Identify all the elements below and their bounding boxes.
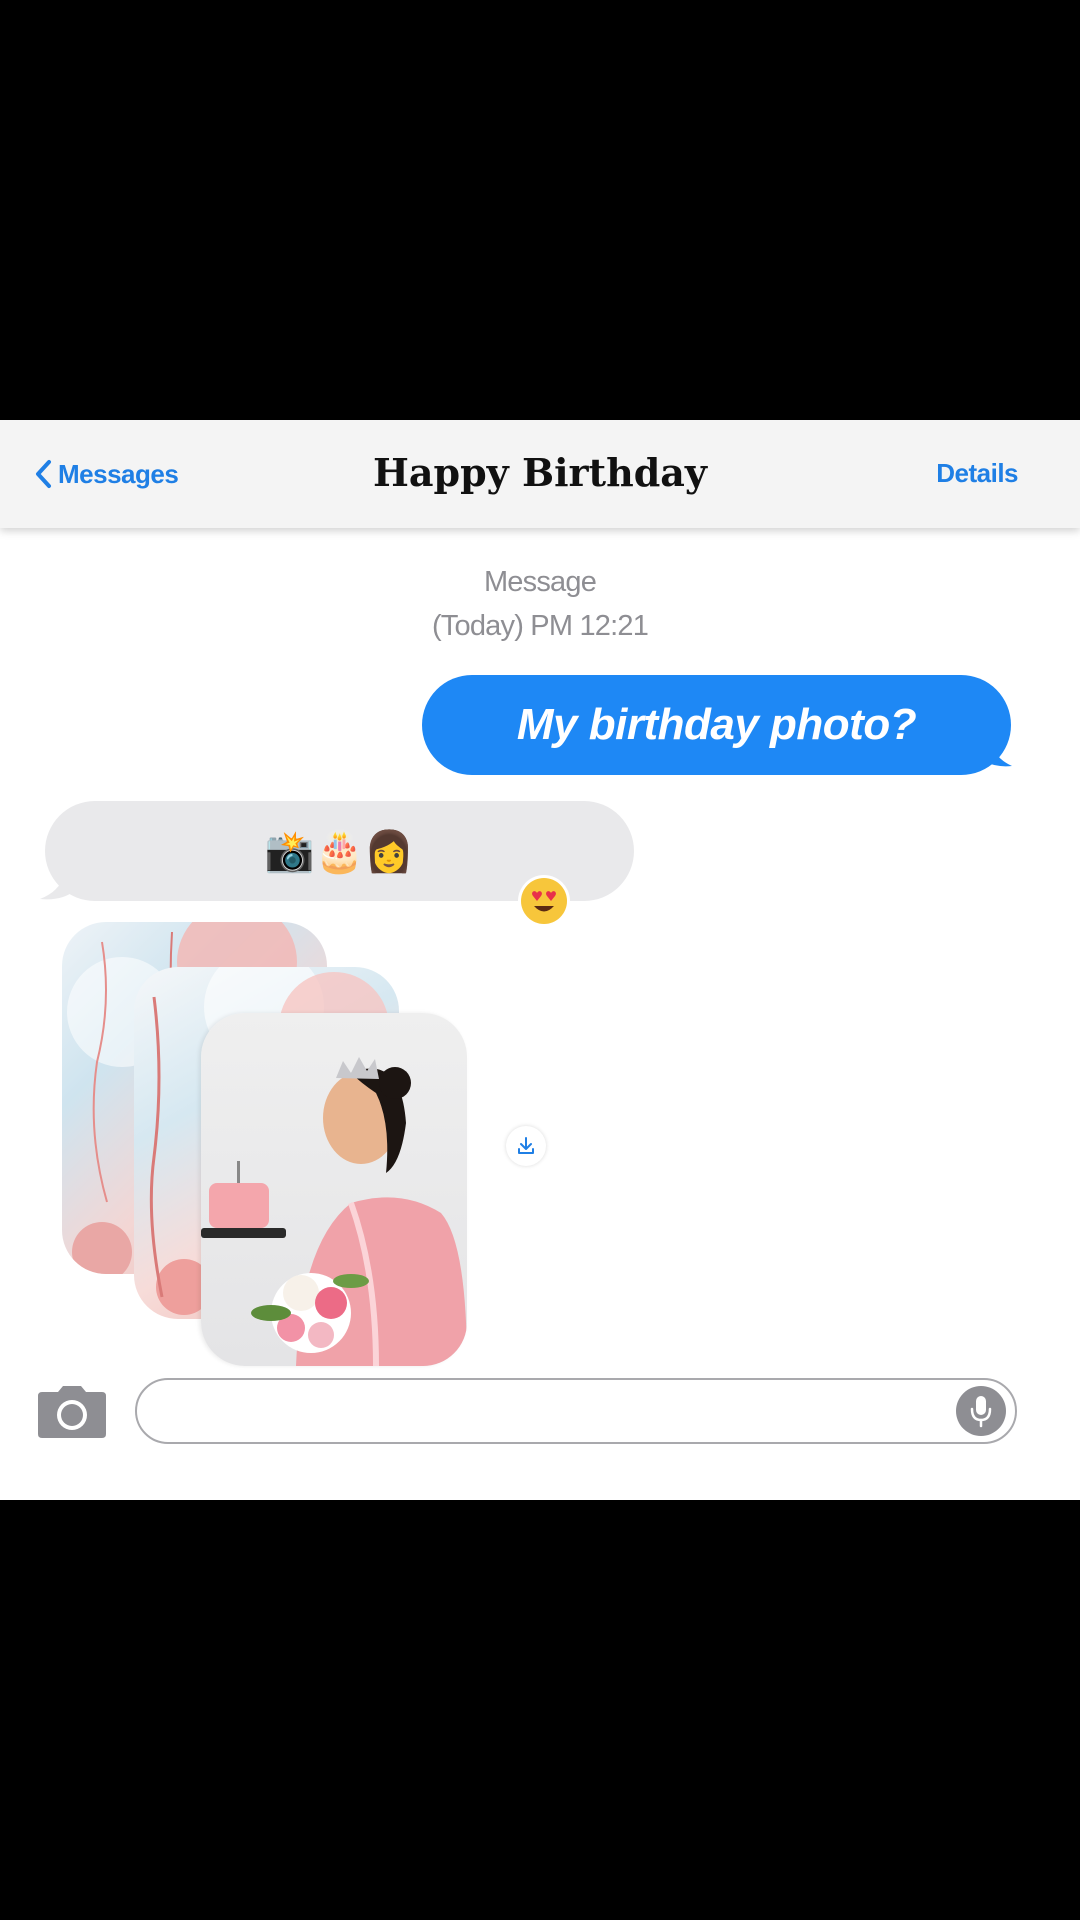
sent-message-bubble[interactable]: My birthday photo?	[422, 675, 1011, 775]
sent-bubble-tail	[980, 740, 1012, 767]
message-input[interactable]	[161, 1394, 945, 1432]
camera-icon	[38, 1386, 106, 1438]
received-message-text: 📸🎂👩	[264, 829, 415, 874]
message-input-field[interactable]	[135, 1378, 1017, 1444]
received-bubble-tail	[40, 875, 74, 900]
camera-button[interactable]	[36, 1384, 108, 1444]
messages-screen: Messages Happy Birthday Details Message …	[0, 420, 1080, 1500]
chevron-left-icon	[36, 460, 51, 488]
message-timestamp: Message (Today) PM 12:21	[0, 560, 1080, 648]
download-button[interactable]	[506, 1126, 546, 1166]
birthday-portrait-image	[201, 1057, 467, 1366]
details-button[interactable]: Details	[936, 458, 1018, 489]
sent-message-text: My birthday photo?	[516, 700, 917, 749]
download-icon	[518, 1137, 534, 1154]
timestamp-label: Message	[483, 566, 597, 598]
microphone-button[interactable]	[956, 1386, 1006, 1436]
back-button[interactable]: Messages	[34, 452, 179, 496]
navigation-bar: Messages Happy Birthday Details	[0, 420, 1080, 528]
heart-eyes-emoji	[521, 878, 567, 924]
microphone-icon	[970, 1396, 992, 1428]
timestamp-time: (Today) PM 12:21	[431, 610, 649, 642]
photo-birthday-portrait[interactable]	[201, 1013, 467, 1366]
back-button-label: Messages	[58, 458, 179, 489]
reaction-badge[interactable]	[518, 875, 570, 927]
